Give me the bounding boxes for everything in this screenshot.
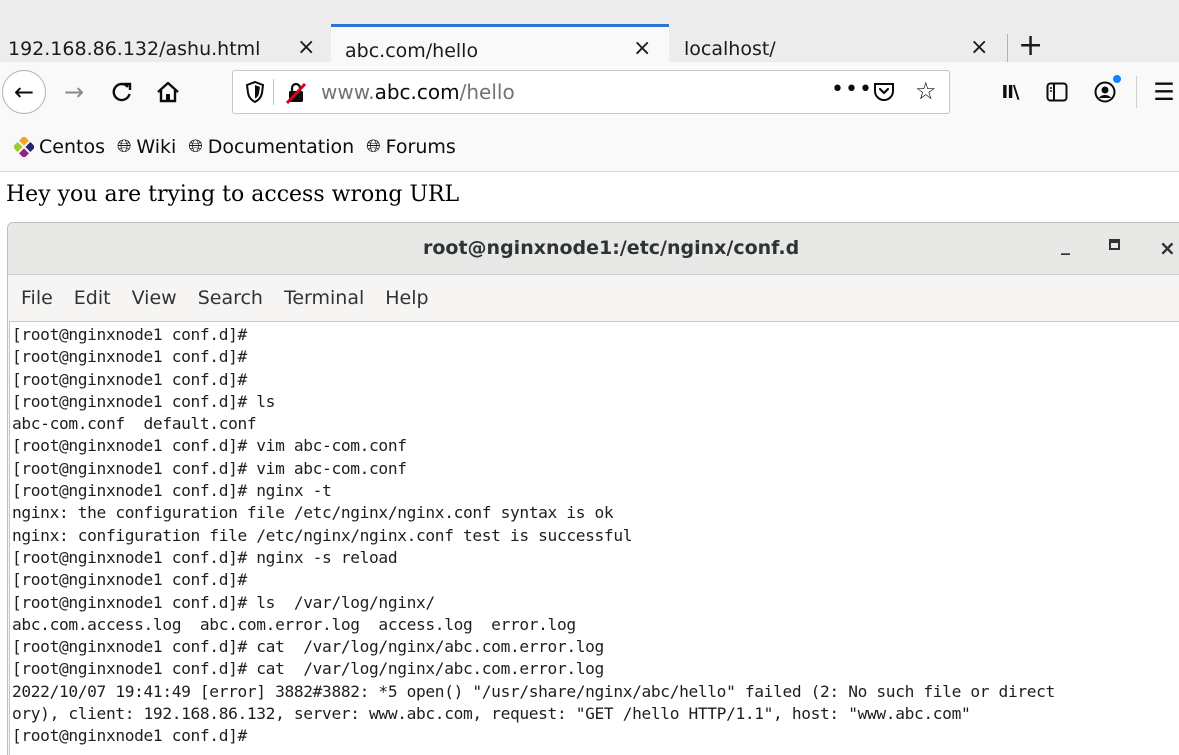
close-tab-icon[interactable]: × (970, 35, 988, 60)
forward-arrow-icon: → (63, 78, 85, 106)
tab-title: localhost/ (684, 38, 776, 60)
terminal-line: [root@nginxnode1 conf.d]# (12, 570, 247, 590)
home-button[interactable] (152, 76, 184, 108)
minimize-button[interactable]: _ (1061, 235, 1070, 256)
bookmark-label: Centos (39, 135, 105, 158)
tab-title: abc.com/hello (345, 39, 479, 62)
terminal-line: [root@nginxnode1 conf.d]# (12, 726, 247, 746)
menu-view[interactable]: View (132, 287, 177, 309)
bookmark-centos[interactable]: Centos (14, 136, 105, 158)
pocket-icon[interactable] (873, 81, 895, 103)
terminal-line: [root@nginxnode1 conf.d]# (12, 347, 247, 367)
new-tab-button[interactable]: + (1018, 31, 1043, 61)
terminal-line: abc-com.conf default.conf (12, 414, 257, 434)
hamburger-menu-icon[interactable]: ☰ (1152, 78, 1176, 106)
globe-icon: 🌐︎ (366, 136, 381, 157)
url-host: abc.com (374, 80, 460, 104)
terminal-line: ory), client: 192.168.86.132, server: ww… (12, 704, 971, 724)
terminal-title: root@nginxnode1:/etc/nginx/conf.d (423, 237, 800, 259)
terminal-line: [root@nginxnode1 conf.d]# ls (12, 391, 276, 411)
terminal-line: [root@nginxnode1 conf.d]# vim abc-com.co… (12, 458, 407, 478)
menu-search[interactable]: Search (198, 287, 263, 309)
insecure-lock-icon[interactable] (284, 81, 308, 105)
tab-separator (1007, 34, 1008, 62)
bookmarks-toolbar: Centos 🌐︎ Wiki 🌐︎ Documentation 🌐︎ Forum… (0, 122, 1179, 172)
terminal-line: [root@nginxnode1 conf.d]# cat /var/log/n… (12, 659, 604, 679)
bookmark-label: Documentation (207, 135, 355, 158)
terminal-output[interactable]: [root@nginxnode1 conf.d]# [root@nginxnode… (9, 321, 1179, 755)
reload-button[interactable] (106, 76, 138, 108)
account-avatar-icon (1094, 81, 1116, 103)
reload-icon (112, 82, 132, 102)
globe-icon: 🌐︎ (188, 136, 203, 157)
tab-strip: 192.168.86.132/ashu.html × abc.com/hello… (0, 0, 1179, 74)
url-prefix: www. (321, 80, 375, 104)
terminal-titlebar[interactable]: root@nginxnode1:/etc/nginx/conf.d _ × (8, 223, 1179, 275)
forward-button[interactable]: → (58, 76, 90, 108)
menu-terminal[interactable]: Terminal (284, 287, 364, 309)
terminal-line: 2022/10/07 19:41:49 [error] 3882#3882: *… (12, 681, 1055, 701)
back-button[interactable]: ← (2, 70, 46, 114)
terminal-line: nginx: configuration file /etc/nginx/ngi… (12, 525, 633, 545)
close-window-button[interactable]: × (1159, 236, 1176, 260)
toolbar-separator (1136, 76, 1137, 108)
menu-help[interactable]: Help (385, 287, 428, 309)
centos-logo-icon (14, 136, 34, 157)
tracking-shield-icon[interactable] (245, 81, 265, 103)
terminal-line: [root@nginxnode1 conf.d]# vim abc-com.co… (12, 436, 407, 456)
terminal-line: [root@nginxnode1 conf.d]# nginx -t (12, 481, 332, 501)
library-icon[interactable]: II\ (996, 80, 1024, 104)
terminal-window[interactable]: root@nginxnode1:/etc/nginx/conf.d _ × Fi… (7, 222, 1179, 755)
back-arrow-icon: ← (13, 78, 35, 106)
navigation-toolbar: ← → www.abc.com/hello ••• ☆ II\ ☰ (0, 62, 1179, 122)
terminal-line: [root@nginxnode1 conf.d]# ls /var/log/ng… (12, 592, 435, 612)
url-text[interactable]: www.abc.com/hello (321, 80, 515, 104)
bookmark-documentation[interactable]: 🌐︎ Documentation (188, 136, 354, 158)
terminal-line: [root@nginxnode1 conf.d]# cat /var/log/n… (12, 637, 604, 657)
bookmark-label: Wiki (136, 135, 177, 158)
terminal-line: abc.com.access.log abc.com.error.log acc… (12, 614, 576, 634)
sidebar-toggle-icon[interactable] (1044, 80, 1070, 104)
page-actions-button[interactable]: ••• (831, 77, 873, 102)
maximize-button[interactable] (1109, 239, 1120, 250)
url-divider (273, 79, 274, 105)
menu-edit[interactable]: Edit (74, 287, 111, 309)
account-notification-dot (1113, 75, 1121, 83)
terminal-menubar: File Edit View Search Terminal Help (8, 275, 1179, 321)
menu-file[interactable]: File (21, 287, 53, 309)
account-button[interactable] (1092, 80, 1118, 104)
close-tab-icon[interactable]: × (633, 36, 651, 61)
sidebar-icon (1046, 82, 1068, 102)
url-path: /hello (459, 80, 515, 104)
bookmark-label: Forums (385, 135, 456, 158)
terminal-line: [root@nginxnode1 conf.d]# (12, 325, 247, 344)
terminal-line: [root@nginxnode1 conf.d]# (12, 369, 247, 389)
globe-icon: 🌐︎ (116, 136, 132, 157)
close-tab-icon[interactable]: × (297, 35, 315, 60)
bookmark-wiki[interactable]: 🌐︎ Wiki (117, 136, 176, 158)
bookmark-star-icon[interactable]: ☆ (915, 77, 937, 105)
bookmark-forums[interactable]: 🌐︎ Forums (366, 136, 456, 158)
terminal-line: nginx: the configuration file /etc/nginx… (12, 503, 614, 523)
tab-title: 192.168.86.132/ashu.html (8, 38, 261, 60)
url-bar[interactable]: www.abc.com/hello ••• ☆ (232, 70, 950, 114)
terminal-line: [root@nginxnode1 conf.d]# nginx -s reloa… (12, 547, 398, 567)
page-message: Hey you are trying to access wrong URL (6, 182, 460, 207)
home-icon (157, 81, 179, 103)
